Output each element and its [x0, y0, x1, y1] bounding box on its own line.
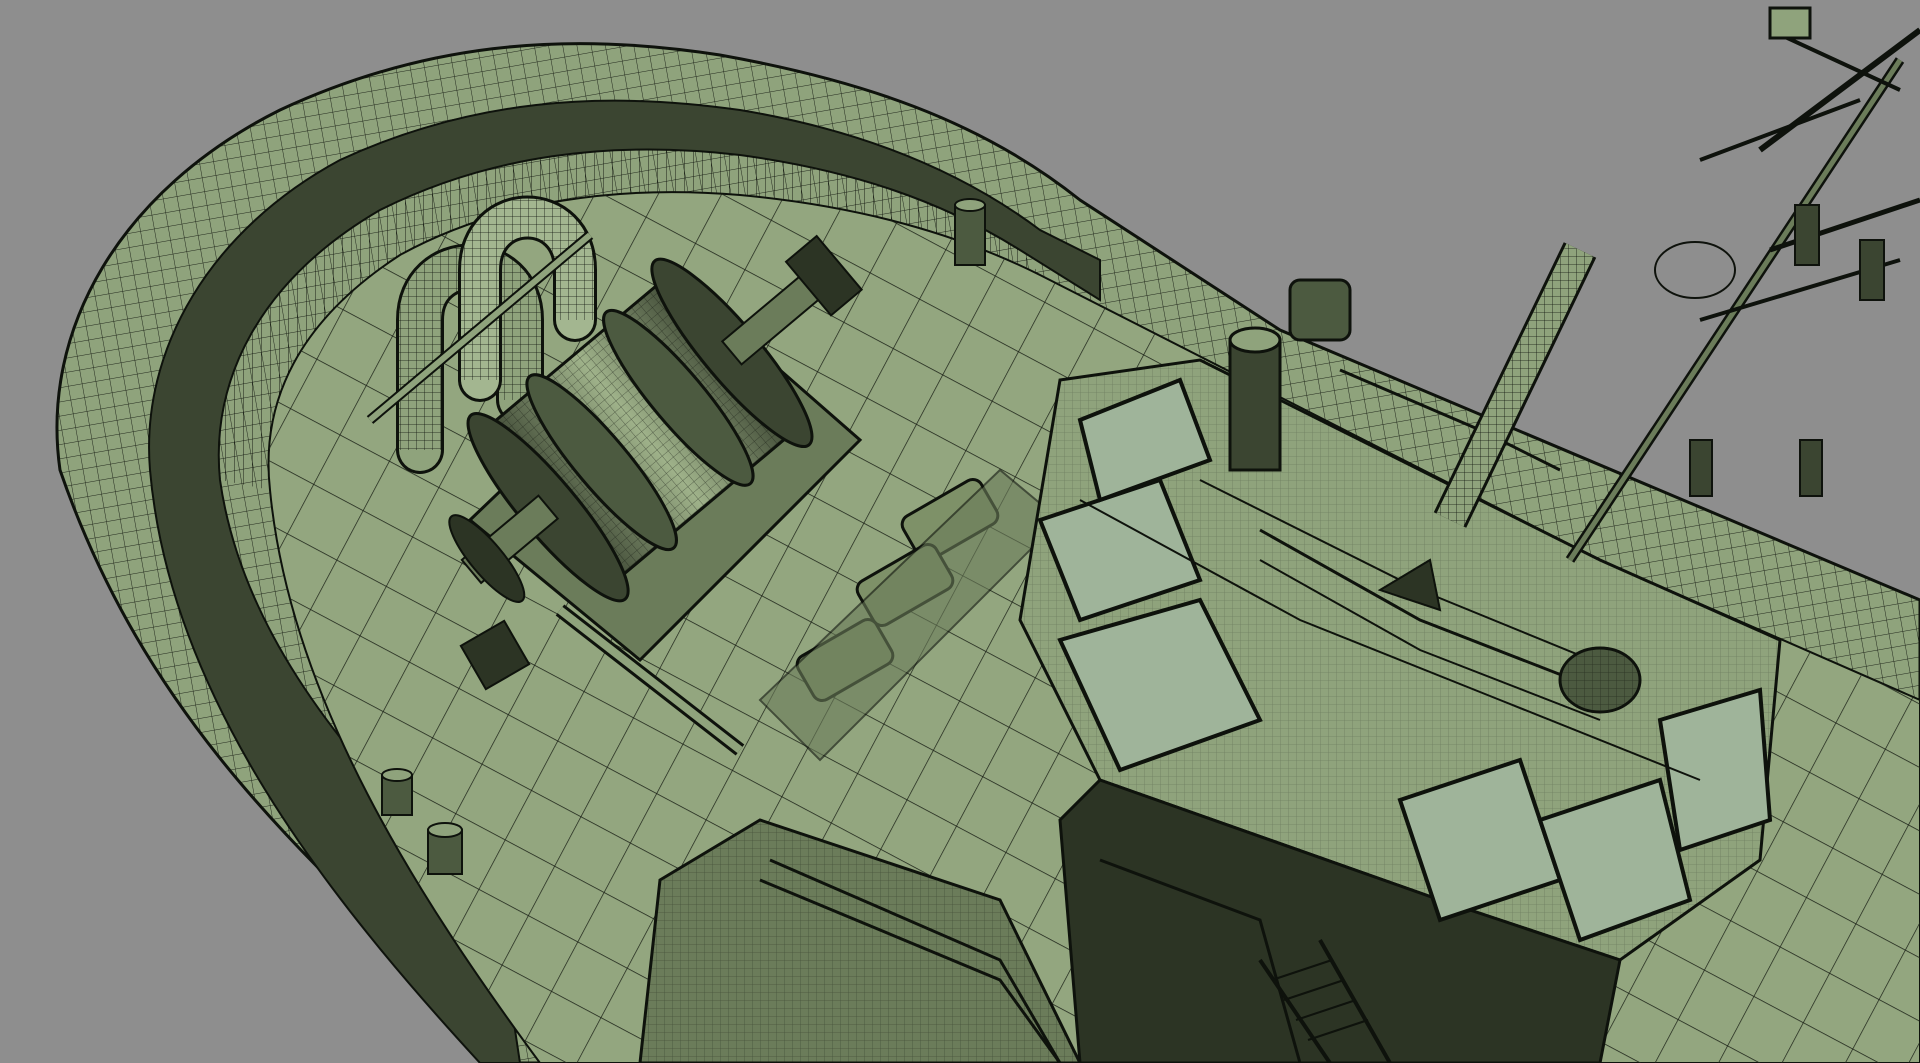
model-render — [55, 6, 1920, 1063]
3d-viewport[interactable] — [0, 0, 1920, 1063]
